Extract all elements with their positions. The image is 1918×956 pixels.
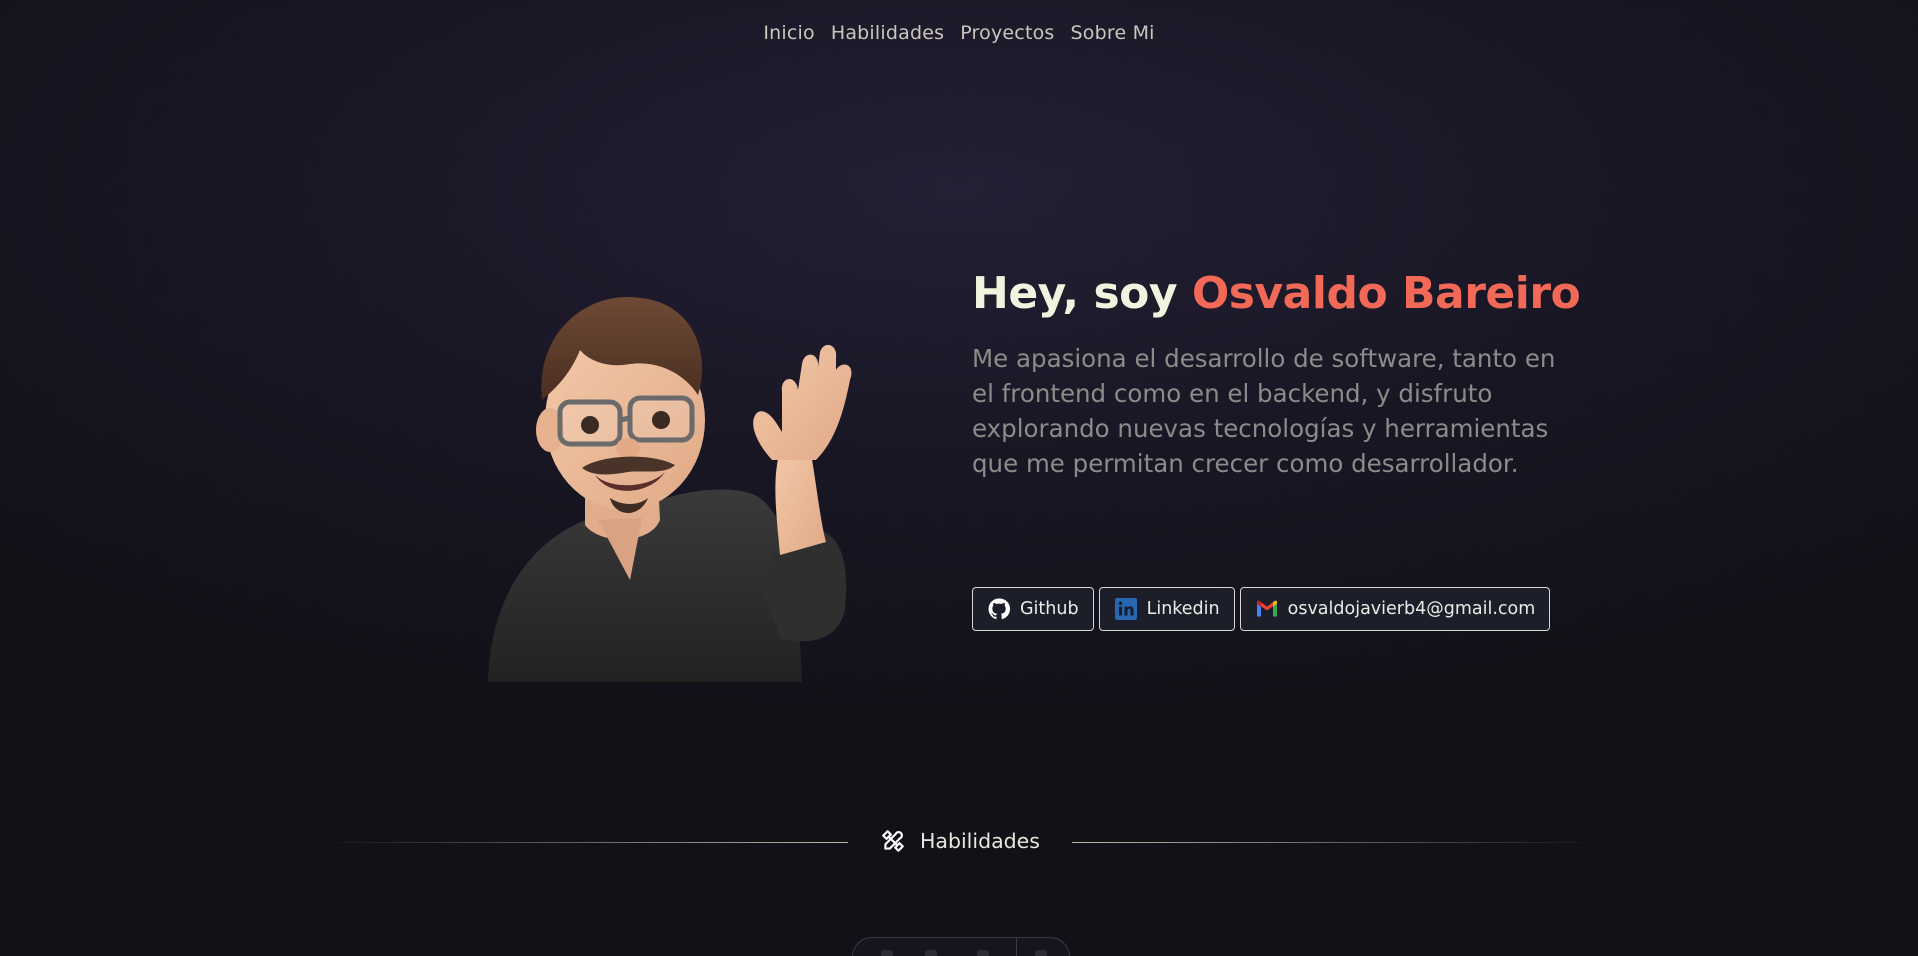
top-nav: Inicio Habilidades Proyectos Sobre Mi xyxy=(0,22,1918,44)
github-label: Github xyxy=(1020,599,1079,619)
skills-title: Habilidades xyxy=(920,829,1040,853)
nav-link-proyectos[interactable]: Proyectos xyxy=(960,22,1054,44)
linkedin-label: Linkedin xyxy=(1146,599,1220,619)
github-icon xyxy=(988,598,1011,620)
github-button[interactable]: Github xyxy=(972,587,1094,631)
nav-link-sobre-mi[interactable]: Sobre Mi xyxy=(1071,22,1155,44)
hero-greeting: Hey, soy xyxy=(972,268,1178,319)
email-label: osvaldojavierb4@gmail.com xyxy=(1287,599,1536,619)
email-button[interactable]: osvaldojavierb4@gmail.com xyxy=(1239,587,1551,631)
tools-icon xyxy=(882,830,904,852)
dock-item[interactable] xyxy=(977,950,989,956)
dock-item[interactable] xyxy=(925,950,937,956)
dock-item[interactable] xyxy=(1035,950,1047,956)
linkedin-icon xyxy=(1114,598,1137,620)
hero-description: Me apasiona el desarrollo de software, t… xyxy=(972,344,1556,478)
hero-section: Hey, soy Osvaldo Bareiro Me apasiona el … xyxy=(972,268,1592,481)
hero-name: Osvaldo Bareiro xyxy=(1191,268,1581,319)
skills-dock xyxy=(852,937,1070,956)
divider-left xyxy=(318,842,848,843)
nav-link-habilidades[interactable]: Habilidades xyxy=(831,22,944,44)
avatar-memoji-image xyxy=(488,296,852,682)
gmail-icon xyxy=(1256,600,1277,617)
hero-title: Hey, soy Osvaldo Bareiro xyxy=(972,268,1592,319)
social-links: Github Linkedin osvaldojavierb4@gmail.co… xyxy=(972,587,1551,631)
nav-link-inicio[interactable]: Inicio xyxy=(763,22,814,44)
skills-heading: Habilidades xyxy=(880,828,1040,854)
linkedin-button[interactable]: Linkedin xyxy=(1098,587,1235,631)
skills-section-header: Habilidades xyxy=(0,828,1918,858)
dock-item[interactable] xyxy=(881,950,893,956)
divider-right xyxy=(1072,842,1602,843)
dock-separator xyxy=(1016,938,1017,956)
